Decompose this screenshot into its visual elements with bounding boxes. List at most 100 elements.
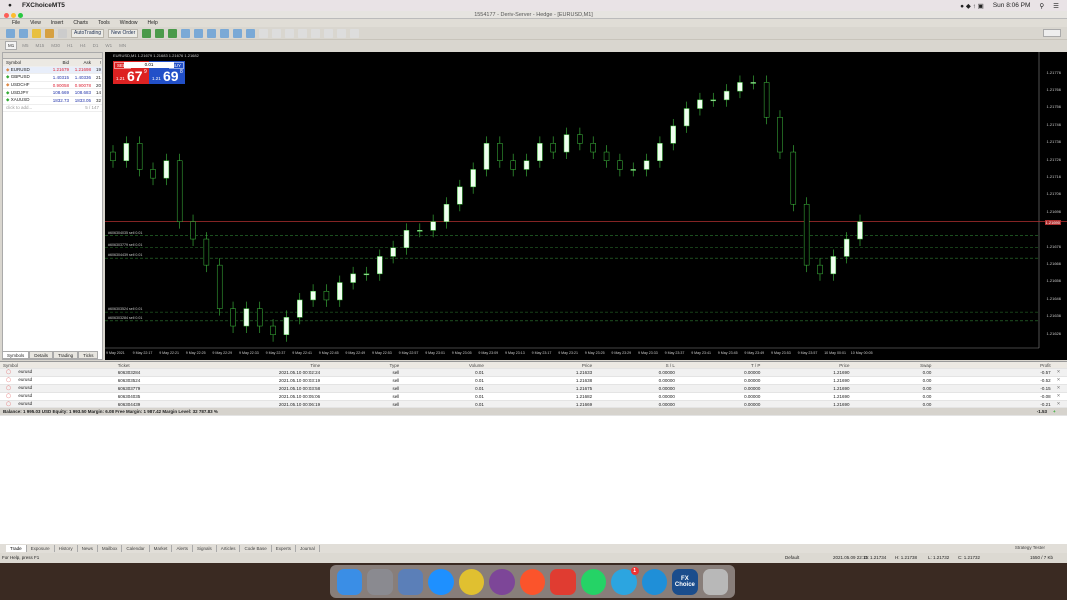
minimize-window-button[interactable]: [11, 12, 16, 18]
timeframe-m30[interactable]: M30: [49, 42, 62, 49]
autoscroll-icon[interactable]: [220, 28, 230, 38]
symbol-row[interactable]: ◆ USDCHF 0.90058 0.90078 20: [3, 82, 102, 90]
trade-row[interactable]: ◯ eurusd 606303284 2021.05.10 00:02:24 sell…: [0, 369, 1067, 377]
launchpad-icon[interactable]: [367, 568, 393, 595]
close-position-icon[interactable]: ✕: [1054, 377, 1067, 383]
chart-shift-icon[interactable]: [233, 28, 243, 38]
order-line-label[interactable]: #606303779 sell 0.01: [108, 243, 142, 247]
tab-experts[interactable]: Experts: [272, 545, 297, 552]
close-window-button[interactable]: [4, 12, 9, 18]
tab-news[interactable]: News: [78, 545, 98, 552]
volume-input[interactable]: 0.01: [124, 62, 174, 68]
col-symbol[interactable]: Symbol: [3, 60, 49, 65]
new-order-button[interactable]: New Order: [108, 28, 139, 38]
menu-tools[interactable]: Tools: [98, 19, 110, 27]
candlestick-icon[interactable]: [155, 28, 165, 38]
telegram-icon[interactable]: 1: [611, 566, 639, 595]
tab-journal[interactable]: Journal: [296, 545, 320, 552]
line-chart-icon[interactable]: [168, 28, 178, 38]
col-price[interactable]: Price: [487, 363, 595, 368]
tab-trade[interactable]: Trade: [6, 545, 27, 552]
crosshair-icon[interactable]: [272, 28, 282, 38]
tile-icon[interactable]: [207, 28, 217, 38]
symbol-row[interactable]: ◆ USDJPY 108.669 108.683 14: [3, 89, 102, 97]
menu-window[interactable]: Window: [120, 19, 138, 27]
timeframe-m15[interactable]: M15: [34, 42, 47, 49]
clock[interactable]: Sun 8:06 PM: [993, 2, 1031, 9]
horizontal-line-icon[interactable]: [298, 28, 308, 38]
menu-insert[interactable]: Insert: [51, 19, 64, 27]
finder-icon[interactable]: [337, 568, 363, 595]
market-watch-icon[interactable]: [32, 28, 41, 38]
tab-signals[interactable]: Signals: [193, 545, 217, 552]
symbol-row[interactable]: ◆ GBPUSD 1.40315 1.40336 21: [3, 74, 102, 82]
profiles-icon[interactable]: [19, 28, 28, 38]
menu-help[interactable]: Help: [148, 19, 158, 27]
tab-calendar[interactable]: Calendar: [122, 545, 150, 552]
trade-row[interactable]: ◯ eurusd 606303524 2021.05.10 00:03:19 sell…: [0, 377, 1067, 385]
col-tp[interactable]: T / P: [678, 363, 763, 368]
app-name[interactable]: FXChoiceMT5: [22, 2, 65, 9]
order-line-label[interactable]: #606303524 sell 0.01: [108, 307, 142, 311]
tab-trading[interactable]: Trading: [53, 351, 79, 359]
search-icon[interactable]: ⚲: [1039, 2, 1044, 10]
timeframe-d1[interactable]: D1: [91, 42, 101, 49]
tab-articles[interactable]: Articles: [217, 545, 241, 552]
fibonacci-icon[interactable]: [324, 28, 334, 38]
chart-canvas[interactable]: [105, 52, 1067, 360]
search-input[interactable]: [1043, 29, 1061, 37]
tab-symbols[interactable]: Symbols: [2, 351, 30, 359]
apple-icon[interactable]: ●: [8, 2, 12, 9]
order-line-label[interactable]: #606304035 sell 0.01: [108, 231, 142, 235]
status-icons[interactable]: ● ◆ ↑ ▣: [960, 2, 984, 10]
timeframe-m1[interactable]: M1: [5, 41, 18, 50]
timeframe-h1[interactable]: H1: [65, 42, 75, 49]
timeframe-w1[interactable]: W1: [103, 42, 114, 49]
strategy-tester-tab[interactable]: Strategy Tester: [1015, 545, 1045, 550]
order-line-label[interactable]: #606303284 sell 0.01: [108, 316, 142, 320]
vertical-line-icon[interactable]: [285, 28, 295, 38]
tab-code-base[interactable]: Code Base: [240, 545, 272, 552]
tab-history[interactable]: History: [55, 545, 78, 552]
bar-chart-icon[interactable]: [142, 28, 152, 38]
tab-market[interactable]: Market: [150, 545, 173, 552]
symbol-row[interactable]: ◆ EURUSD 1.21679 1.21698 19: [3, 66, 102, 75]
trade-row[interactable]: ◯ eurusd 606304439 2021.05.10 00:06:19 sell…: [0, 400, 1067, 409]
col-spread[interactable]: !: [91, 60, 101, 65]
col-bid[interactable]: Bid: [49, 60, 69, 65]
safari-icon[interactable]: [428, 568, 454, 595]
add-symbol-text[interactable]: click to add...: [3, 105, 49, 110]
cursor-icon[interactable]: [259, 28, 269, 38]
fxchoice-icon[interactable]: FX Choice: [672, 568, 698, 595]
menu-view[interactable]: View: [30, 19, 41, 27]
navigator-icon[interactable]: [45, 28, 54, 38]
brave-icon[interactable]: [519, 568, 546, 595]
new-chart-icon[interactable]: [6, 28, 15, 38]
chrome-icon[interactable]: [458, 568, 485, 595]
menu-icon[interactable]: ☰: [1053, 2, 1059, 10]
order-line-label[interactable]: #606304439 sell 0.01: [108, 253, 142, 257]
timeframe-h4[interactable]: H4: [78, 42, 88, 49]
tab-mailbox[interactable]: Mailbox: [98, 545, 123, 552]
trendline-icon[interactable]: [311, 28, 321, 38]
timeframe-m5[interactable]: M5: [20, 42, 30, 49]
indicators-icon[interactable]: [246, 28, 256, 38]
shapes-icon[interactable]: [350, 28, 360, 38]
col-profit[interactable]: Profit: [934, 363, 1053, 368]
autotrading-button[interactable]: AutoTrading: [71, 28, 105, 38]
trade-row[interactable]: ◯ eurusd 606303779 2021.05.10 00:03:58 sell…: [0, 384, 1067, 393]
close-position-icon[interactable]: ✕: [1054, 369, 1067, 375]
col-current-price[interactable]: Price: [763, 363, 852, 368]
preview-icon[interactable]: [397, 568, 424, 595]
close-position-icon[interactable]: ✕: [1054, 393, 1067, 399]
menu-file[interactable]: File: [12, 19, 20, 27]
connection-status[interactable]: 1550 / 7 Kb: [1030, 553, 1053, 563]
close-position-icon[interactable]: ✕: [1054, 385, 1067, 391]
tab-details[interactable]: Details: [29, 351, 54, 359]
col-type[interactable]: Type: [323, 363, 402, 368]
whatsapp-icon[interactable]: [580, 568, 607, 595]
trash-icon[interactable]: [702, 568, 729, 595]
col-ask[interactable]: Ask: [69, 60, 91, 65]
price-chart[interactable]: EURUSD,M1 1.21679 1.21683 1.21676 1.2168…: [105, 52, 1067, 360]
tab-alerts[interactable]: Alerts: [172, 545, 193, 552]
